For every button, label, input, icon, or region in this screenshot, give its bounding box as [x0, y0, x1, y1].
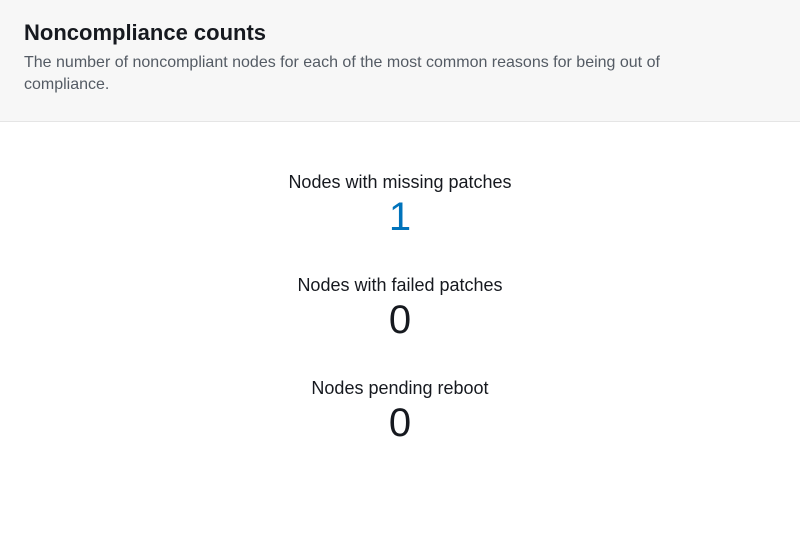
- stat-label: Nodes pending reboot: [311, 378, 488, 399]
- stat-label: Nodes with missing patches: [288, 172, 511, 193]
- stat-failed-patches: Nodes with failed patches 0: [297, 275, 502, 340]
- stat-pending-reboot: Nodes pending reboot 0: [311, 378, 488, 443]
- stat-value: 0: [389, 300, 411, 340]
- stats-content: Nodes with missing patches 1 Nodes with …: [0, 122, 800, 467]
- stat-value: 0: [389, 403, 411, 443]
- panel-description: The number of noncompliant nodes for eac…: [24, 52, 744, 97]
- panel-title: Noncompliance counts: [24, 20, 776, 46]
- panel-header: Noncompliance counts The number of nonco…: [0, 0, 800, 122]
- stat-value-link[interactable]: 1: [389, 197, 411, 237]
- stat-missing-patches: Nodes with missing patches 1: [288, 172, 511, 237]
- stat-label: Nodes with failed patches: [297, 275, 502, 296]
